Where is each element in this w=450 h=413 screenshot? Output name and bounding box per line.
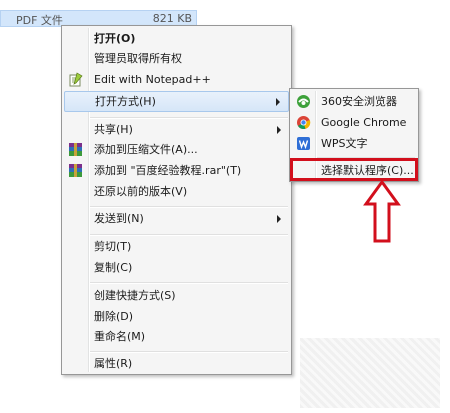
submenu-item-label: WPS文字 (321, 137, 368, 150)
menu-item-properties[interactable]: 属性(R) (64, 353, 289, 374)
watermark-image (300, 338, 440, 408)
winrar-icon (68, 163, 83, 178)
submenu-arrow-icon (277, 126, 281, 134)
menu-item-label: 添加到 "百度经验教程.rar"(T) (94, 164, 242, 177)
menu-item-edit-with-notepad[interactable]: Edit with Notepad++ (64, 69, 289, 90)
menu-item-label: 共享(H) (94, 123, 133, 136)
menu-item-label: Edit with Notepad++ (94, 73, 211, 86)
winrar-icon (68, 142, 83, 157)
submenu-item-wps-writer[interactable]: WPS文字 (292, 133, 416, 154)
submenu-item-label: Google Chrome (321, 116, 407, 129)
menu-item-send-to[interactable]: 发送到(N) (64, 208, 289, 229)
menu-item-label: 属性(R) (94, 357, 133, 370)
menu-item-cut[interactable]: 剪切(T) (64, 236, 289, 257)
context-menu: 打开(O) 管理员取得所有权 Edit with Notepad++ 打开方式(… (61, 25, 292, 375)
menu-item-delete[interactable]: 删除(D) (64, 306, 289, 327)
red-up-arrow-icon (363, 180, 401, 243)
highlight-box (290, 158, 418, 181)
menu-item-create-shortcut[interactable]: 创建快捷方式(S) (64, 285, 289, 306)
menu-item-label: 创建快捷方式(S) (94, 289, 176, 302)
menu-separator (90, 282, 288, 284)
menu-item-open-with[interactable]: 打开方式(H) (64, 91, 289, 112)
submenu-arrow-icon (276, 98, 280, 106)
menu-item-label: 打开方式(H) (95, 95, 156, 108)
menu-item-label: 发送到(N) (94, 212, 144, 225)
menu-item-label: 添加到压缩文件(A)... (94, 143, 198, 156)
menu-item-label: 打开(O) (94, 32, 136, 45)
submenu-item-google-chrome[interactable]: Google Chrome (292, 112, 416, 133)
notepad-plus-icon (68, 72, 83, 87)
menu-item-restore-previous-versions[interactable]: 还原以前的版本(V) (64, 181, 289, 202)
submenu-arrow-icon (277, 215, 281, 223)
menu-item-copy[interactable]: 复制(C) (64, 257, 289, 278)
menu-item-label: 复制(C) (94, 261, 133, 274)
file-name: PDF 文件 (16, 14, 63, 27)
wps-writer-icon (296, 136, 311, 151)
360-browser-icon (296, 94, 311, 109)
file-size: 821 KB (152, 12, 192, 25)
menu-item-add-to-archive[interactable]: 添加到压缩文件(A)... (64, 139, 289, 160)
chrome-icon (296, 115, 311, 130)
menu-item-share[interactable]: 共享(H) (64, 119, 289, 140)
menu-item-label: 剪切(T) (94, 240, 132, 253)
menu-item-label: 管理员取得所有权 (94, 52, 182, 65)
menu-item-add-to-rar[interactable]: 添加到 "百度经验教程.rar"(T) (64, 160, 289, 181)
submenu-item-label: 360安全浏览器 (321, 95, 397, 108)
menu-item-label: 重命名(M) (94, 330, 146, 343)
menu-item-label: 删除(D) (94, 310, 134, 323)
menu-item-take-ownership[interactable]: 管理员取得所有权 (64, 48, 289, 69)
submenu-item-360-browser[interactable]: 360安全浏览器 (292, 91, 416, 112)
menu-item-open[interactable]: 打开(O) (64, 28, 289, 49)
menu-item-rename[interactable]: 重命名(M) (64, 326, 289, 347)
menu-item-label: 还原以前的版本(V) (94, 185, 188, 198)
